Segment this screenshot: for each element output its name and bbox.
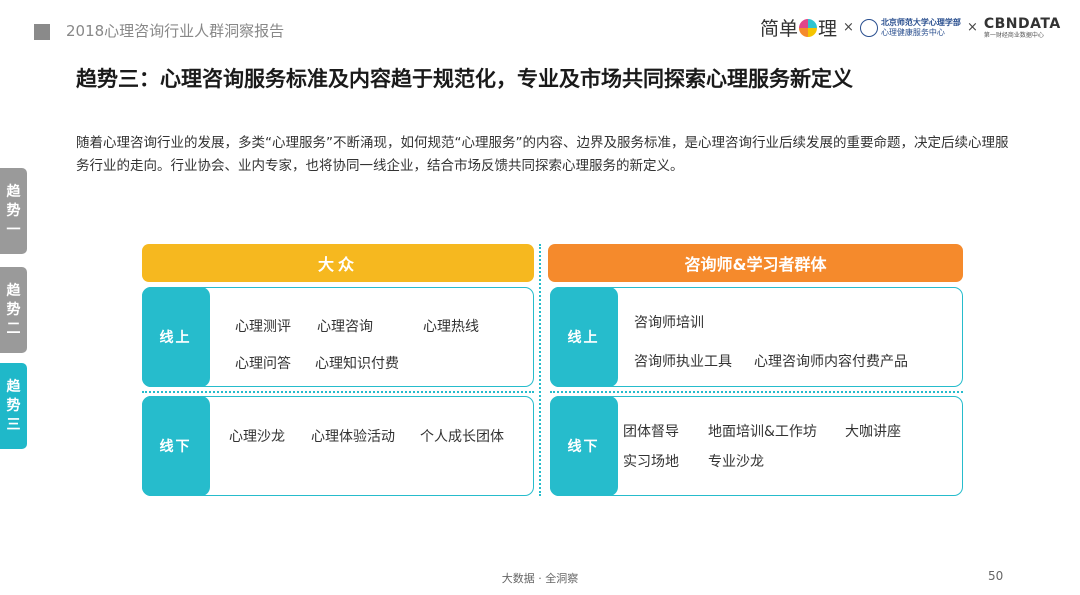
service-item: 心理知识付费 <box>315 356 399 372</box>
panel-label: 线上 <box>141 286 210 387</box>
side-tab-trend-2[interactable]: 趋 势 二 <box>0 267 27 353</box>
service-item: 大咖讲座 <box>845 424 901 440</box>
cbndata-logo-main: CBNDATA <box>983 15 1061 32</box>
service-item: 地面培训&工作坊 <box>708 424 817 440</box>
panel-counselor-offline: 线下 团体督导 地面培训&工作坊 大咖讲座 实习场地 专业沙龙 <box>549 395 963 496</box>
service-item: 心理测评 <box>235 319 291 335</box>
service-item: 咨询师培训 <box>634 315 704 331</box>
page-number: 50 <box>988 569 1004 583</box>
header-square-icon <box>34 24 50 40</box>
times-separator: × <box>966 20 978 35</box>
side-tab-trend-1[interactable]: 趋 势 一 <box>0 168 27 254</box>
intro-paragraph: 随着心理咨询行业的发展，多类“心理服务”不断涌现，如何规范“心理服务”的内容、边… <box>76 135 1009 174</box>
jiandan-logo-text-right: 理 <box>818 18 838 40</box>
column-divider <box>539 244 541 496</box>
column-header-public: 大众 <box>142 244 534 282</box>
service-item: 咨询师执业工具 <box>634 354 732 370</box>
service-item: 心理热线 <box>423 319 479 335</box>
column-header-counselors: 咨询师&学习者群体 <box>548 244 963 282</box>
jiandan-logo: 简单 理 <box>760 14 837 41</box>
service-item: 心理体验活动 <box>311 429 395 445</box>
times-separator: × <box>843 20 854 35</box>
service-item: 实习场地 <box>623 454 679 470</box>
service-item: 心理问答 <box>235 356 291 372</box>
report-title: 2018心理咨询行业人群洞察报告 <box>66 22 285 40</box>
service-item: 个人成长团体 <box>420 429 504 445</box>
bnu-logo: 北京师范大学心理学部 心理健康服务中心 <box>859 17 961 38</box>
row-divider-right <box>550 391 963 393</box>
page-title: 趋势三：心理咨询服务标准及内容趋于规范化，专业及市场共同探索心理服务新定义 <box>76 67 853 91</box>
panel-label: 线下 <box>141 395 210 496</box>
bnu-seal-icon <box>859 18 878 37</box>
panel-counselor-online: 线上 咨询师培训 咨询师执业工具 心理咨询师内容付费产品 <box>549 286 963 387</box>
service-item: 心理沙龙 <box>229 429 285 445</box>
panel-public-online: 线上 心理测评 心理咨询 心理热线 心理问答 心理知识付费 <box>141 286 534 387</box>
service-item: 心理咨询 <box>317 319 373 335</box>
panel-public-offline: 线下 心理沙龙 心理体验活动 个人成长团体 <box>141 395 534 496</box>
row-divider-left <box>142 391 534 393</box>
footer-slogan: 大数据 · 全洞察 <box>501 572 579 585</box>
partner-logos: 简单 理 × 北京师范大学心理学部 心理健康服务中心 × CBNDATA 第一财… <box>760 14 1061 41</box>
bnu-logo-bottom: 心理健康服务中心 <box>880 27 945 37</box>
service-item: 心理咨询师内容付费产品 <box>754 354 908 370</box>
service-item: 团体督导 <box>623 424 679 440</box>
panel-label: 线上 <box>549 286 618 387</box>
service-item: 专业沙龙 <box>708 454 764 470</box>
panel-label: 线下 <box>549 395 618 496</box>
side-tab-trend-3[interactable]: 趋 势 三 <box>0 363 27 449</box>
cbndata-logo: CBNDATA 第一财经商业数据中心 <box>984 16 1061 40</box>
bnu-logo-top: 北京师范大学心理学部 <box>880 17 961 27</box>
jiandan-logo-dot-icon <box>799 18 818 37</box>
cbndata-logo-sub: 第一财经商业数据中心 <box>983 31 1044 39</box>
jiandan-logo-text-left: 简单 <box>760 18 799 40</box>
